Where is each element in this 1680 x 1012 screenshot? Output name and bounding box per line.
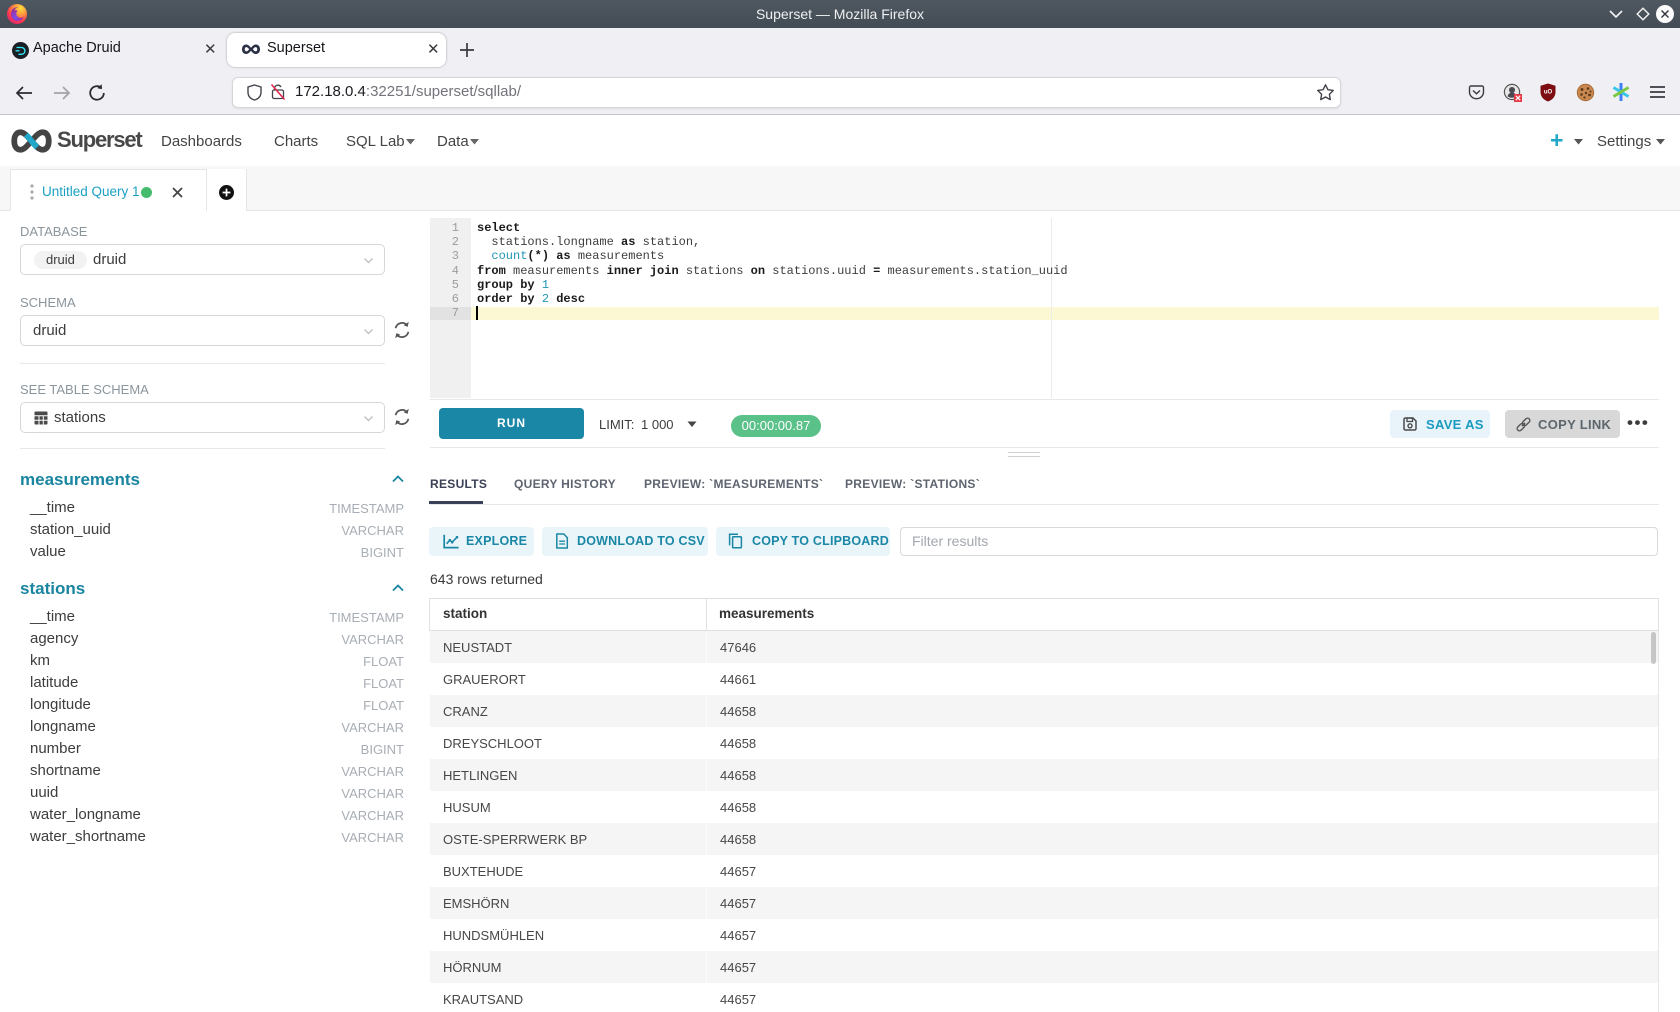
svg-text:uO: uO bbox=[1544, 90, 1553, 96]
